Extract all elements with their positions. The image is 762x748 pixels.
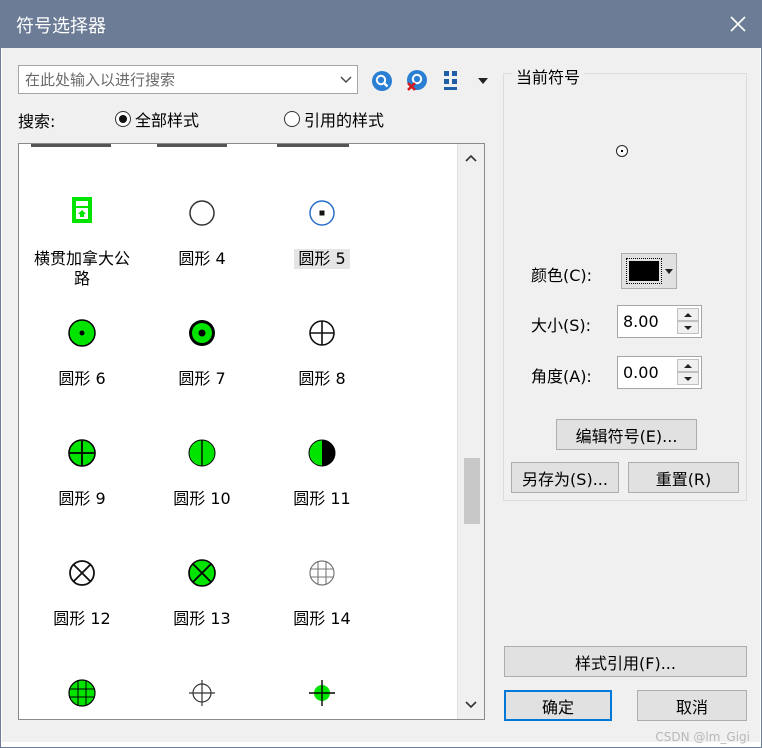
circle-cross-icon	[309, 320, 335, 346]
view-mode-dropdown[interactable]	[474, 68, 492, 94]
size-decrement-button[interactable]	[677, 321, 699, 334]
search-scope-label: 搜索:	[18, 112, 56, 131]
size-spinner[interactable]: 8.00	[617, 305, 702, 338]
chevron-up-icon	[465, 154, 477, 162]
close-button[interactable]	[714, 0, 762, 48]
view-mode-button[interactable]	[440, 68, 470, 94]
symbol-item-label: 圆形 6	[58, 369, 106, 388]
scroll-down-button[interactable]	[458, 695, 484, 715]
current-symbol-title: 当前符号	[512, 64, 585, 88]
symbol-item-label: 圆形 5	[294, 249, 350, 269]
symbol-preview-icon	[616, 145, 628, 157]
color-label: 颜色(C):	[531, 266, 593, 285]
angle-decrement-button[interactable]	[677, 372, 699, 385]
gallery-scrollbar[interactable]	[457, 144, 484, 719]
size-increment-button[interactable]	[677, 308, 699, 321]
radio-all-styles[interactable]: 全部样式	[115, 109, 200, 130]
symbol-gallery[interactable]: 横贯加拿大公路 圆形 4 圆形 5 圆形 6 圆形 7 圆形 8 圆形 9 圆形…	[18, 143, 485, 720]
angle-value[interactable]: 0.00	[623, 363, 659, 382]
radio-all-styles-label: 全部样式	[135, 111, 200, 130]
search-input[interactable]	[19, 66, 331, 93]
symbol-item-label: 圆形 12	[53, 609, 111, 628]
circle-dot-icon	[309, 200, 335, 226]
circle-green-ring-dot-icon	[189, 320, 215, 346]
chevron-down-icon	[684, 376, 692, 381]
angle-increment-button[interactable]	[677, 359, 699, 372]
search-combobox[interactable]	[18, 65, 358, 94]
color-swatch	[626, 258, 662, 284]
chevron-down-icon	[465, 701, 477, 709]
circle-x-icon	[69, 560, 95, 586]
clear-search-button[interactable]	[404, 68, 430, 94]
search-icon	[372, 71, 392, 91]
circle-green-crosshair-icon	[309, 680, 335, 706]
search-button[interactable]	[369, 68, 395, 94]
close-icon	[730, 16, 746, 32]
radio-referenced-styles-label: 引用的样式	[304, 111, 385, 130]
color-picker-button[interactable]	[621, 253, 677, 289]
style-references-button[interactable]: 样式引用(F)...	[504, 646, 747, 677]
symbol-item-label: 圆形 13	[173, 609, 231, 628]
trans-canada-highway-icon	[72, 197, 92, 223]
save-as-button[interactable]: 另存为(S)...	[511, 462, 619, 493]
symbol-item-label: 圆形 4	[178, 249, 226, 268]
angle-label: 角度(A):	[531, 367, 592, 386]
radio-indicator	[115, 111, 131, 127]
angle-spinner[interactable]: 0.00	[617, 356, 702, 389]
circle-green-cross-icon	[68, 439, 96, 467]
circle-grid-icon	[309, 560, 335, 586]
title-bar: 符号选择器	[0, 0, 762, 48]
radio-indicator	[284, 111, 300, 127]
radio-referenced-styles[interactable]: 引用的样式	[284, 109, 385, 130]
dropdown-arrow-icon	[478, 78, 488, 84]
chevron-down-icon	[684, 325, 692, 330]
scroll-up-button[interactable]	[458, 148, 484, 168]
circle-half-icon	[308, 439, 336, 467]
symbol-item-label: 圆形 7	[178, 369, 226, 388]
window-title: 符号选择器	[16, 16, 106, 37]
ok-button[interactable]: 确定	[504, 690, 612, 721]
cancel-button[interactable]: 取消	[637, 690, 747, 721]
circle-green-vline-icon	[188, 439, 216, 467]
chevron-down-icon[interactable]	[339, 72, 353, 86]
size-label: 大小(S):	[531, 316, 592, 335]
circle-green-x-icon	[188, 559, 216, 587]
scroll-thumb[interactable]	[464, 458, 480, 524]
symbol-item-label: 圆形 9	[58, 489, 106, 508]
clipped-row	[31, 144, 349, 147]
circle-green-dot-icon	[68, 319, 96, 347]
dropdown-arrow-icon	[665, 269, 673, 274]
circle-hollow-icon	[189, 200, 215, 226]
edit-symbol-button[interactable]: 编辑符号(E)...	[556, 419, 697, 450]
chevron-up-icon	[684, 312, 692, 317]
circle-green-grid-icon	[68, 679, 96, 707]
symbol-item-label: 圆形 11	[293, 489, 351, 508]
symbol-item-label: 圆形 10	[173, 489, 231, 508]
symbol-item-label: 横贯加拿大公路	[33, 249, 130, 288]
symbol-item-label: 圆形 14	[293, 609, 351, 628]
chevron-up-icon	[684, 363, 692, 368]
crosshair-icon	[189, 680, 215, 706]
size-value[interactable]: 8.00	[623, 312, 659, 331]
clear-search-icon	[407, 70, 427, 91]
symbol-item-label: 圆形 8	[298, 369, 346, 388]
watermark: CSDN @lm_Gigi	[655, 730, 750, 744]
grid-view-icon	[444, 71, 457, 90]
reset-button[interactable]: 重置(R)	[628, 462, 739, 493]
